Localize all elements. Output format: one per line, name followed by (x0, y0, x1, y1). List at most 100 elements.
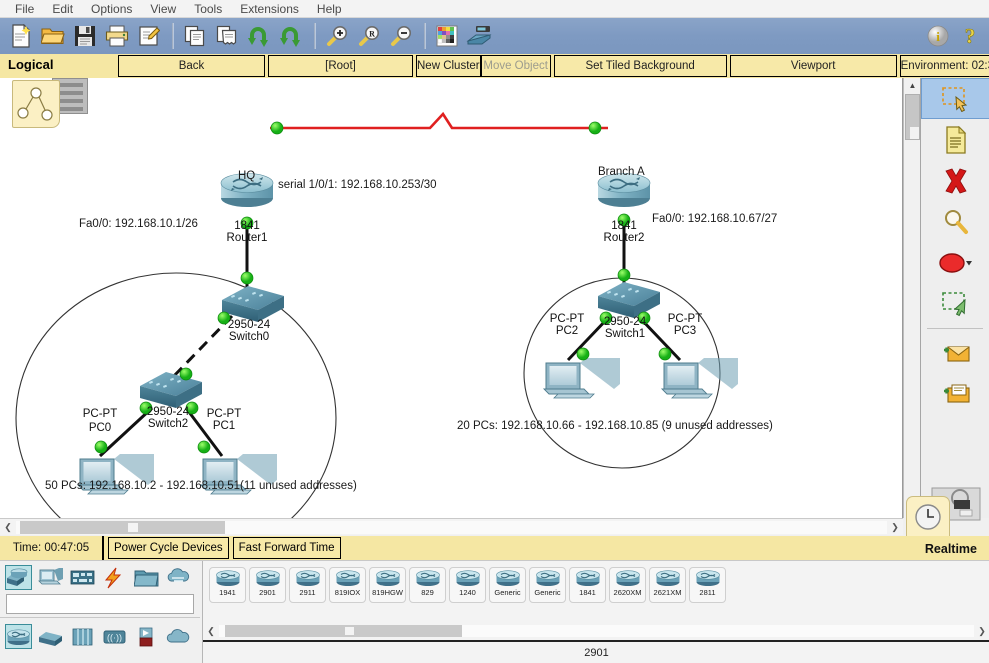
root-cluster-icon[interactable] (12, 80, 60, 128)
save-icon[interactable] (70, 21, 100, 51)
menu-item-options[interactable]: Options (82, 0, 141, 18)
switches-subcategory[interactable] (37, 624, 64, 649)
logical-workspace[interactable]: HQ Branch A serial 1/0/1: 192.168.10.253… (0, 78, 903, 518)
new-file-icon[interactable] (6, 21, 36, 51)
add-simple-pdu-tool[interactable] (921, 333, 989, 374)
device-generic-2[interactable]: Generic (529, 567, 566, 603)
draw-shape-tool[interactable] (921, 242, 989, 283)
environment-button[interactable]: Environment: 02:30:00 (899, 55, 989, 77)
device-hscroll-left-icon[interactable]: ❮ (203, 626, 219, 637)
connections-category[interactable] (101, 565, 128, 590)
device-generic-1[interactable]: Generic (489, 567, 526, 603)
toolbar-separator-2 (314, 23, 316, 49)
menu-item-tools[interactable]: Tools (185, 0, 231, 18)
info-button[interactable]: i (925, 23, 951, 49)
selected-device-status: 2901 (203, 640, 989, 663)
device-829[interactable]: 829 (409, 567, 446, 603)
resize-shape-tool[interactable] (921, 283, 989, 324)
hscroll-track[interactable] (16, 520, 887, 534)
undo-icon[interactable] (244, 21, 274, 51)
device-hscroll-track[interactable] (219, 625, 974, 637)
new-cluster-button[interactable]: New Cluster (416, 55, 481, 77)
realtime-mode-tab[interactable] (906, 496, 950, 536)
device-2911[interactable]: 2911 (289, 567, 326, 603)
add-complex-pdu-tool[interactable] (921, 374, 989, 415)
workspace-hscrollbar[interactable]: ❮ ❯ (0, 518, 903, 535)
device-819hgw[interactable]: 819HGW (369, 567, 406, 603)
menu-item-extensions[interactable]: Extensions (231, 0, 308, 18)
toolbar-separator-3 (424, 23, 426, 49)
router2-name: Router2 (603, 232, 645, 244)
hscroll-left-icon[interactable]: ❮ (0, 522, 16, 533)
copy-icon[interactable] (180, 21, 210, 51)
router1-label: 1841 Router1 (207, 220, 287, 244)
device-819iox-label: 819IOX (334, 588, 361, 597)
menu-item-view[interactable]: View (141, 0, 185, 18)
hq-site-label: HQ (238, 170, 256, 182)
routers-subcategory[interactable] (5, 624, 32, 649)
power-cycle-devices-button[interactable]: Power Cycle Devices (108, 537, 229, 559)
palette-scrollbar[interactable]: ▲ ▼ (903, 78, 920, 518)
viewport-button[interactable]: Viewport (729, 55, 897, 77)
device-2901[interactable]: 2901 (249, 567, 286, 603)
wan-emulation-subcategory[interactable] (165, 624, 192, 649)
back-button[interactable]: Back (118, 55, 265, 77)
device-2811[interactable]: 2811 (689, 567, 726, 603)
branch-subnet-note: 20 PCs: 192.168.10.66 - 192.168.10.85 (9… (457, 420, 773, 432)
network-devices-category[interactable] (5, 565, 32, 590)
root-button[interactable]: [Root] (268, 55, 413, 77)
menu-item-file[interactable]: File (6, 0, 43, 18)
device-1841[interactable]: 1841 (569, 567, 606, 603)
multiuser-category[interactable] (165, 565, 192, 590)
hscroll-nub (128, 522, 138, 532)
device-2620xm[interactable]: 2620XM (609, 567, 646, 603)
tool-palette (920, 78, 989, 518)
wireless-subcategory[interactable]: ((·)) (101, 624, 128, 649)
hubs-subcategory[interactable] (69, 624, 96, 649)
hscroll-thumb[interactable] (20, 520, 225, 534)
hq-fa00-label: Fa0/0: 192.168.10.1/26 (79, 218, 198, 230)
zoom-in-icon[interactable] (322, 21, 352, 51)
pc1-name: PC1 (212, 420, 236, 432)
pc2-device (542, 358, 620, 399)
miscellaneous-category[interactable] (133, 565, 160, 590)
delete-tool[interactable] (921, 160, 989, 201)
menu-item-help[interactable]: Help (308, 0, 351, 18)
end-devices-category[interactable] (37, 565, 64, 590)
open-folder-icon[interactable] (38, 21, 68, 51)
palette-scroll-up-icon[interactable]: ▲ (904, 78, 921, 93)
device-panel-divider (0, 617, 200, 618)
inspect-magnifier-tool[interactable] (921, 201, 989, 242)
security-subcategory[interactable] (133, 624, 160, 649)
inspect-tool[interactable] (921, 119, 989, 160)
device-1240[interactable]: 1240 (449, 567, 486, 603)
pc3-model: PC-PT (667, 313, 703, 325)
paste-icon[interactable] (212, 21, 242, 51)
hscroll-right-icon[interactable]: ❯ (887, 522, 903, 533)
device-list-hscrollbar[interactable]: ❮ ❯ (203, 623, 989, 639)
device-hscroll-right-icon[interactable]: ❯ (974, 626, 989, 637)
router2-label: 1841 Router2 (584, 220, 664, 244)
print-icon[interactable] (102, 21, 132, 51)
redo-icon[interactable] (276, 21, 306, 51)
palette-scroll-thumb[interactable] (905, 94, 920, 140)
menu-item-edit[interactable]: Edit (43, 0, 82, 18)
device-selection-panel: ((·)) 1941 2901 2911 819IOX 819HGW 829 1… (0, 560, 989, 663)
zoom-out-icon[interactable] (386, 21, 416, 51)
device-2621xm[interactable]: 2621XM (649, 567, 686, 603)
palette-icon[interactable] (432, 21, 462, 51)
device-1941[interactable]: 1941 (209, 567, 246, 603)
select-tool[interactable] (921, 78, 989, 119)
move-object-button[interactable]: Move Object (480, 55, 551, 77)
custom-device-icon[interactable] (464, 21, 494, 51)
device-819iox[interactable]: 819IOX (329, 567, 366, 603)
switch0-label: 2950-24 Switch0 (209, 319, 289, 343)
activity-wizard-icon[interactable] (134, 21, 164, 51)
device-hscroll-thumb[interactable] (225, 625, 462, 637)
components-category[interactable] (69, 565, 96, 590)
device-search-input[interactable] (6, 594, 194, 614)
fast-forward-time-button[interactable]: Fast Forward Time (232, 537, 341, 559)
help-button[interactable]: ? (957, 23, 983, 49)
set-tiled-background-button[interactable]: Set Tiled Background (553, 55, 727, 77)
zoom-reset-icon[interactable]: R (354, 21, 384, 51)
